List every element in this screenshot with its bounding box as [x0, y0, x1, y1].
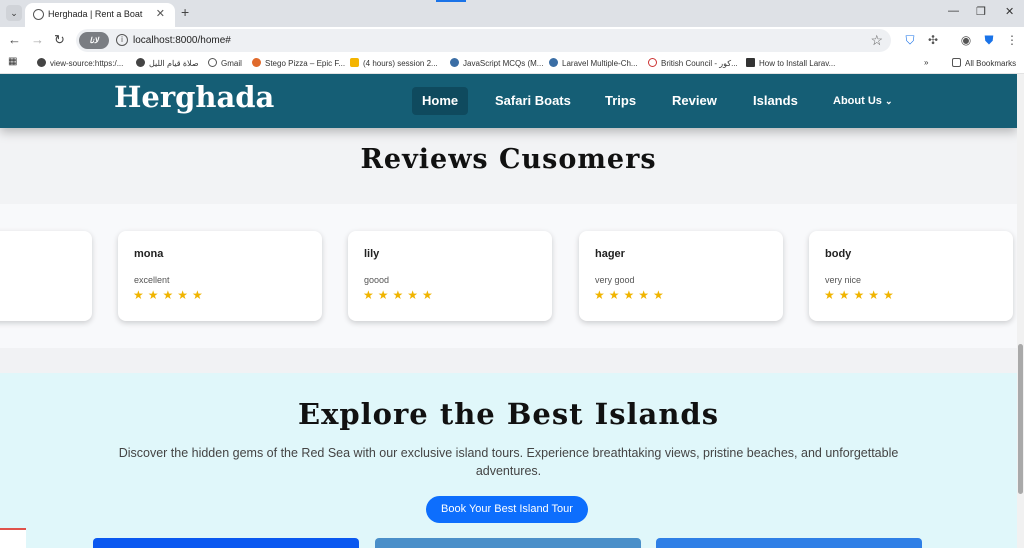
browser-tab-active[interactable]: Herghada | Rent a Boat ✕ [25, 3, 175, 27]
review-card-partial [0, 231, 92, 321]
islands-description: Discover the hidden gems of the Red Sea … [118, 446, 899, 478]
review-card: body very nice ★★★★★ [809, 231, 1013, 321]
nav-about-us[interactable]: About Us ⌄ [823, 87, 903, 115]
site-pill[interactable]: ﻻﻧﺎ [79, 32, 109, 49]
menu-kebab-icon[interactable]: ⋮ [1005, 33, 1019, 47]
apps-grid-icon[interactable]: ▦ [8, 56, 17, 67]
bookmark-item[interactable]: صلاة قيام الليل [136, 58, 199, 68]
info-icon[interactable]: i [116, 34, 128, 46]
url-text[interactable]: localhost:8000/home# [133, 35, 231, 46]
star-icon[interactable]: ☆ [870, 32, 883, 49]
review-text: excellent [134, 275, 170, 285]
bookmarks-overflow-icon[interactable]: » [924, 58, 928, 67]
nav-review[interactable]: Review [662, 87, 727, 115]
review-card: lily goood ★★★★★ [348, 231, 552, 321]
star-rating-icon: ★★★★★ [363, 288, 437, 302]
nav-about-us-label: About Us [833, 95, 882, 107]
bookmarks-bar: ▦ view-source:https:/... صلاة قيام الليل… [0, 54, 1024, 74]
nav-trips[interactable]: Trips [595, 87, 646, 115]
bookmark-item[interactable]: view-source:https:/... [37, 58, 123, 68]
island-card[interactable] [656, 538, 922, 548]
bookmark-item[interactable]: British Council - كور... [648, 58, 738, 68]
reload-icon[interactable]: ↻ [54, 32, 65, 48]
browser-toolbar: ← → ↻ ﻻﻧﺎ i localhost:8000/home# ☆ [0, 27, 1024, 54]
page-viewport: Herghada Home Safari Boats Trips Review … [0, 74, 1017, 548]
island-card[interactable] [93, 538, 359, 548]
reviewer-name: body [825, 248, 852, 260]
new-tab-plus-icon[interactable]: + [181, 4, 189, 20]
bookmark-item[interactable]: Laravel Multiple-Ch... [549, 58, 638, 68]
chevron-down-icon: ⌄ [884, 96, 893, 106]
back-arrow-icon[interactable]: ← [8, 32, 21, 47]
page-scrollbar[interactable] [1017, 74, 1024, 548]
reviewer-name: lily [364, 248, 380, 260]
site-brand-logo[interactable]: Herghada [114, 80, 274, 114]
address-bar[interactable]: ﻻﻧﺎ i localhost:8000/home# ☆ [76, 29, 891, 52]
bookmark-item[interactable]: JavaScript MCQs (M... [450, 58, 543, 68]
review-card: mona excellent ★★★★★ [118, 231, 322, 321]
bookmark-item[interactable]: (4 hours) session 2... [350, 58, 438, 68]
reviews-section-title: Reviews Cusomers [360, 144, 657, 175]
star-rating-icon: ★★★★★ [824, 288, 898, 302]
browser-tabstrip: ⌄ Herghada | Rent a Boat ✕ + — ❐ ✕ [0, 0, 1024, 27]
nav-islands[interactable]: Islands [743, 87, 808, 115]
nav-safari-boats[interactable]: Safari Boats [485, 87, 581, 115]
bookmark-item[interactable]: Gmail [208, 58, 242, 68]
forward-arrow-icon[interactable]: → [31, 32, 44, 47]
review-text: very nice [825, 275, 862, 285]
nav-home[interactable]: Home [412, 87, 469, 115]
review-text: goood [364, 275, 390, 285]
tab-title: Herghada | Rent a Boat [48, 9, 143, 19]
reviewer-name: mona [134, 248, 164, 260]
star-rating-icon: ★★★★★ [133, 288, 207, 302]
islands-section-title: Explore the Best Islands [297, 397, 720, 431]
review-card: hager very good ★★★★★ [579, 231, 783, 321]
all-bookmarks-folder[interactable]: All Bookmarks [952, 58, 1016, 68]
vpn-shield-icon[interactable]: ⛊ [982, 33, 996, 47]
debug-toolbar-icon[interactable] [0, 528, 26, 548]
globe-icon [33, 9, 44, 20]
tabstrip-accent-line [436, 0, 466, 2]
reviewer-name: hager [595, 248, 625, 260]
book-island-tour-button[interactable]: Book Your Best Island Tour [426, 496, 588, 523]
profile-icon[interactable]: ◉ [959, 33, 973, 47]
bookmark-item[interactable]: Stego Pizza – Epic F... [252, 58, 345, 68]
restore-icon[interactable]: ❐ [976, 5, 986, 18]
shield-extension-icon[interactable]: ⛉ [903, 33, 917, 47]
star-rating-icon: ★★★★★ [594, 288, 668, 302]
window-close-icon[interactable]: ✕ [1005, 5, 1014, 18]
puzzle-extension-icon[interactable]: ✣ [926, 33, 940, 47]
tab-search-chevron-icon[interactable]: ⌄ [6, 5, 22, 21]
close-icon[interactable]: ✕ [156, 7, 165, 20]
review-text: very good [595, 275, 635, 285]
minimize-icon[interactable]: — [948, 5, 959, 17]
section-divider [0, 348, 1017, 373]
island-card[interactable] [375, 538, 641, 548]
bookmark-item[interactable]: How to Install Larav... [746, 58, 835, 68]
site-navbar: Herghada Home Safari Boats Trips Review … [0, 74, 1017, 128]
scrollbar-thumb[interactable] [1018, 344, 1023, 494]
